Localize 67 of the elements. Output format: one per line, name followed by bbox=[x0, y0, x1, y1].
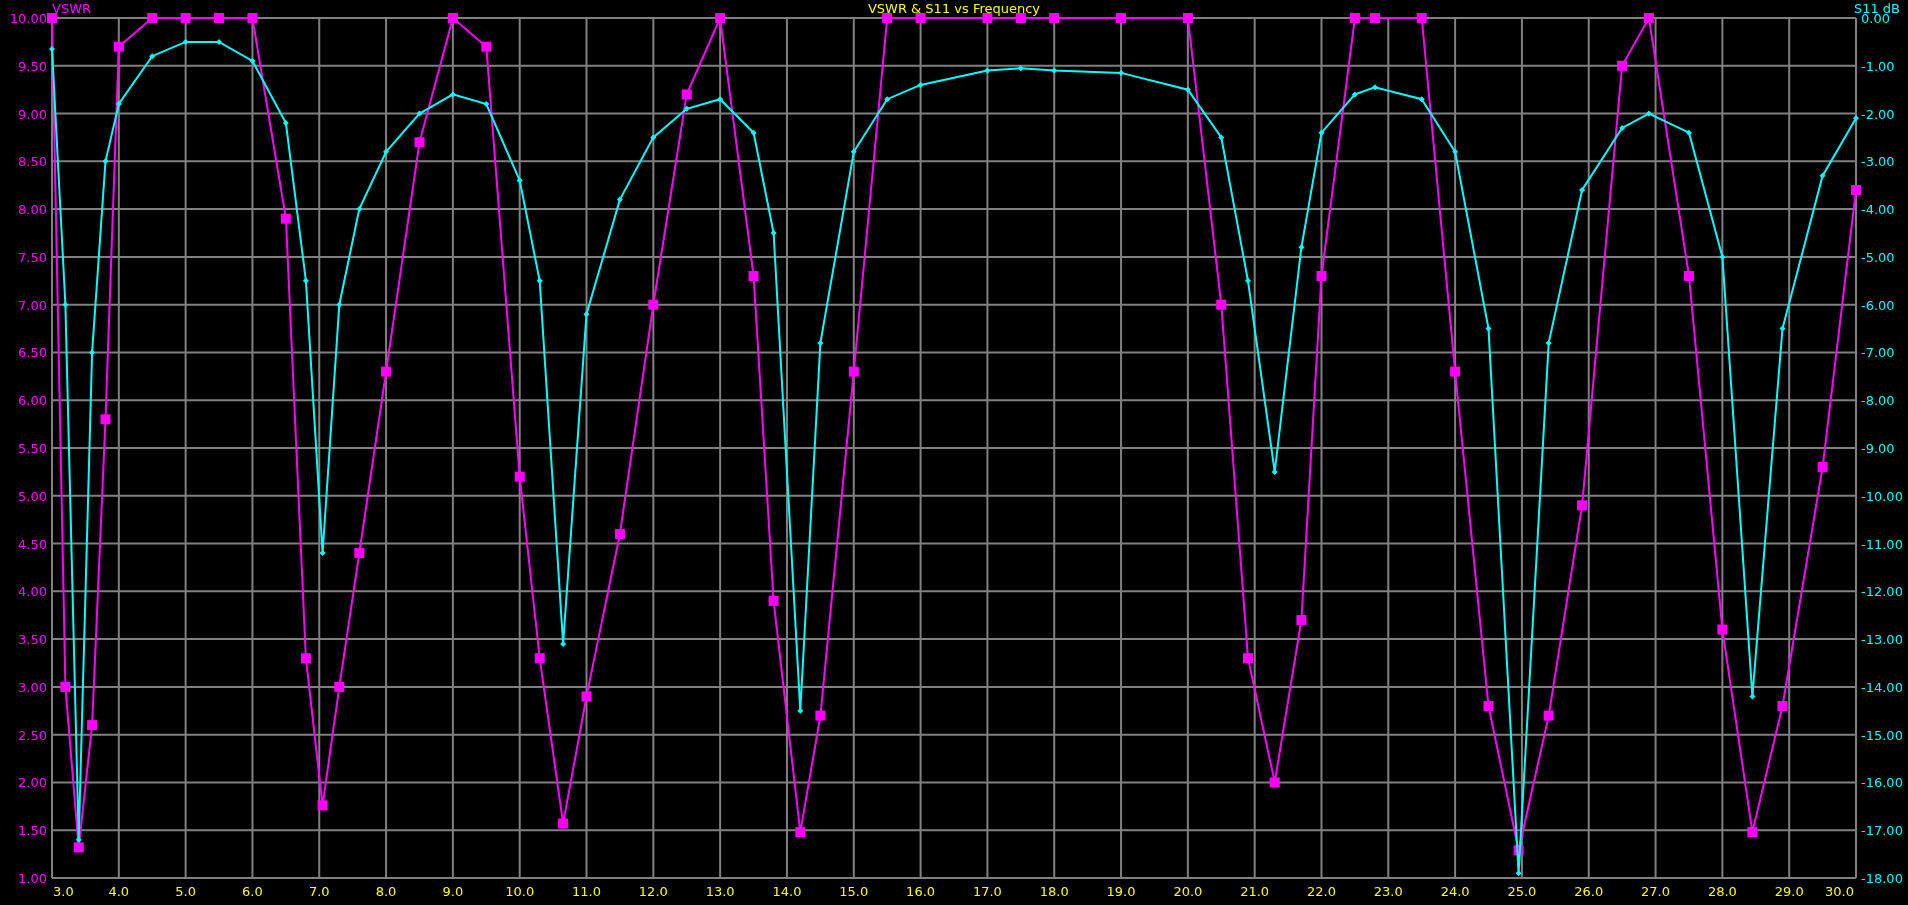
y-tick-label: -17.00 bbox=[1861, 823, 1903, 839]
y-tick-label: -16.00 bbox=[1861, 775, 1903, 791]
x-tick-label: 25.0 bbox=[1507, 884, 1537, 899]
y-tick-label: 8.00 bbox=[18, 202, 47, 218]
x-tick-label: 24.0 bbox=[1440, 884, 1470, 899]
x-tick-label: 17.0 bbox=[972, 884, 1002, 899]
x-tick-label: 30.0 bbox=[1825, 884, 1854, 899]
x-tick-label: 6.0 bbox=[242, 884, 263, 899]
x-tick-label: 12.0 bbox=[638, 884, 668, 899]
y-tick-label: -5.00 bbox=[1861, 249, 1895, 265]
y-tick-label: 9.50 bbox=[18, 58, 47, 74]
y-tick-label: 6.00 bbox=[18, 393, 47, 409]
x-tick-label: 21.0 bbox=[1240, 884, 1270, 899]
y-tick-label: 3.00 bbox=[18, 679, 47, 695]
x-tick-label: 5.0 bbox=[175, 884, 196, 899]
x-tick-label: 19.0 bbox=[1106, 884, 1136, 899]
y-tick-label: -18.00 bbox=[1861, 871, 1903, 886]
x-tick-label: 16.0 bbox=[906, 884, 936, 899]
y-tick-label: -12.00 bbox=[1861, 584, 1903, 600]
y-tick-label: 5.00 bbox=[18, 488, 47, 504]
y-tick-label: 6.50 bbox=[18, 345, 47, 361]
y-tick-label: -11.00 bbox=[1861, 536, 1903, 552]
y-tick-label: -9.00 bbox=[1861, 441, 1895, 456]
y-tick-label: -10.00 bbox=[1861, 488, 1903, 504]
x-tick-label: 15.0 bbox=[839, 884, 869, 899]
y-tick-label: 9.00 bbox=[18, 106, 47, 122]
x-tick-label: 3.0 bbox=[53, 884, 74, 899]
y-tick-label: -7.00 bbox=[1861, 345, 1895, 361]
y-tick-label: -2.00 bbox=[1861, 106, 1895, 122]
y-tick-label: 10.00 bbox=[9, 11, 47, 26]
x-tick-label: 26.0 bbox=[1574, 884, 1604, 899]
y-tick-label: 5.50 bbox=[18, 441, 47, 456]
x-tick-label: 27.0 bbox=[1641, 884, 1671, 899]
y-tick-label: -6.00 bbox=[1861, 297, 1895, 313]
x-tick-label: 18.0 bbox=[1039, 884, 1069, 899]
y-tick-label: 8.50 bbox=[18, 154, 47, 170]
x-tick-label: 10.0 bbox=[505, 884, 535, 899]
y-tick-label: -8.00 bbox=[1861, 393, 1895, 409]
y-tick-label: -3.00 bbox=[1861, 154, 1895, 170]
x-tick-label: 22.0 bbox=[1307, 884, 1336, 899]
y-tick-label: 4.50 bbox=[18, 536, 47, 552]
y-tick-label: -14.00 bbox=[1861, 679, 1903, 695]
y-tick-label: -15.00 bbox=[1861, 727, 1903, 743]
y-tick-label: -4.00 bbox=[1861, 202, 1895, 218]
y-tick-label: 3.50 bbox=[18, 632, 47, 648]
x-tick-label: 8.0 bbox=[375, 884, 397, 899]
y-tick-label: 2.50 bbox=[18, 727, 47, 743]
x-tick-label: 7.0 bbox=[308, 884, 330, 899]
x-tick-label: 23.0 bbox=[1373, 884, 1403, 899]
x-tick-label: 29.0 bbox=[1774, 884, 1804, 899]
x-tick-label: 9.0 bbox=[442, 884, 464, 899]
y-tick-label: 4.00 bbox=[18, 584, 47, 600]
x-tick-label: 20.0 bbox=[1173, 884, 1203, 899]
y-tick-label: -1.00 bbox=[1861, 58, 1895, 74]
y-tick-label: 7.00 bbox=[18, 297, 47, 313]
x-tick-label: 13.0 bbox=[705, 884, 735, 899]
y-tick-label: -13.00 bbox=[1861, 632, 1903, 648]
x-tick-label: 11.0 bbox=[572, 884, 601, 899]
axis-title: VSWR bbox=[52, 1, 92, 16]
chart-title: VSWR & S11 vs Frequency bbox=[867, 1, 1041, 16]
x-tick-label: 4.0 bbox=[108, 884, 130, 899]
y-tick-label: 7.50 bbox=[18, 249, 47, 265]
x-tick-label: 28.0 bbox=[1707, 884, 1737, 899]
x-tick-label: 14.0 bbox=[772, 884, 802, 899]
y-tick-label: 2.00 bbox=[18, 775, 47, 791]
y-tick-label: 1.00 bbox=[18, 871, 47, 886]
y-tick-label: 1.50 bbox=[18, 823, 47, 839]
